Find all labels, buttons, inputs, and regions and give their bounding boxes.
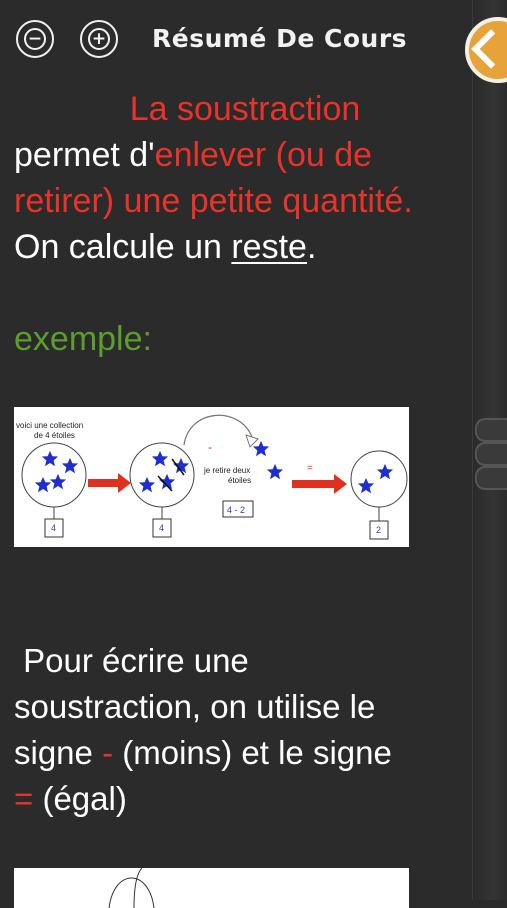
rule-paragraph: Pour écrire une soustraction, on utilise… — [14, 638, 474, 822]
diagram-caption-mid: je retire deux — [203, 466, 250, 475]
rule-text: (égal) — [33, 780, 127, 817]
operation-value: 4 - 2 — [227, 505, 245, 515]
intro-text: On calcule un — [14, 228, 232, 266]
rule-line-1: Pour écrire une — [14, 642, 249, 679]
diagram-minus: - — [208, 440, 212, 454]
rule-line-4: = (égal) — [14, 776, 474, 822]
rule-text: signe — [14, 734, 103, 771]
diagram-svg: voici une collection de 4 étoiles 4 4 - … — [16, 414, 408, 540]
rule-line-3: signe - (moins) et le signe — [14, 730, 474, 776]
set-circle-1 — [21, 442, 87, 508]
second-diagram-svg — [108, 868, 155, 908]
subtraction-example-diagram: voici une collection de 4 étoiles 4 4 - … — [14, 407, 409, 547]
diagram-equals: = — [307, 463, 313, 474]
intro-paragraph: La soustraction permet d'enlever (ou de … — [14, 86, 474, 270]
intro-text: . — [306, 228, 317, 266]
curved-arrow-icon — [183, 414, 253, 446]
equals-sign: = — [14, 780, 34, 817]
star-icon — [252, 440, 270, 457]
second-diagram — [14, 868, 409, 908]
plus-circle-icon: + — [88, 28, 110, 50]
zoom-in-button[interactable]: + — [80, 20, 118, 58]
count-value: 4 — [51, 523, 56, 533]
diagram-caption-mid: étoiles — [228, 476, 251, 485]
panel-handle[interactable] — [475, 466, 507, 490]
intro-text: permet d' — [14, 136, 155, 174]
panel-handle[interactable] — [475, 418, 507, 442]
intro-line-3: retirer) une petite quantité. — [14, 182, 413, 220]
zoom-out-button[interactable]: − — [16, 20, 54, 58]
page-title: Résumé De Cours — [152, 24, 408, 53]
arrow-right-icon — [88, 473, 131, 493]
arrow-right-icon — [292, 474, 347, 494]
diagram-caption-left: voici une collection — [16, 421, 83, 430]
chevron-left-icon — [471, 29, 507, 69]
diagram-caption-left: de 4 étoiles — [34, 431, 75, 440]
set-circle-3 — [350, 450, 408, 508]
panel-handle[interactable] — [475, 442, 507, 466]
count-value: 2 — [376, 525, 381, 535]
count-value: 4 — [159, 523, 164, 533]
set-circle-2 — [129, 442, 195, 508]
keyword-reste: reste — [231, 228, 307, 266]
star-icon — [266, 463, 284, 480]
intro-highlight: enlever (ou de — [154, 136, 373, 174]
example-label: exemple: — [14, 320, 152, 358]
intro-line-2: permet d'enlever (ou de — [14, 132, 474, 178]
side-panel-edge — [472, 0, 507, 900]
rule-line-2: soustraction, on utilise le — [14, 688, 376, 725]
minus-circle-icon: − — [24, 28, 46, 50]
intro-line-1: La soustraction — [129, 90, 361, 128]
rule-text: (moins) et le signe — [113, 734, 392, 771]
intro-line-4: On calcule un reste. — [14, 224, 474, 270]
minus-sign: - — [102, 734, 114, 771]
